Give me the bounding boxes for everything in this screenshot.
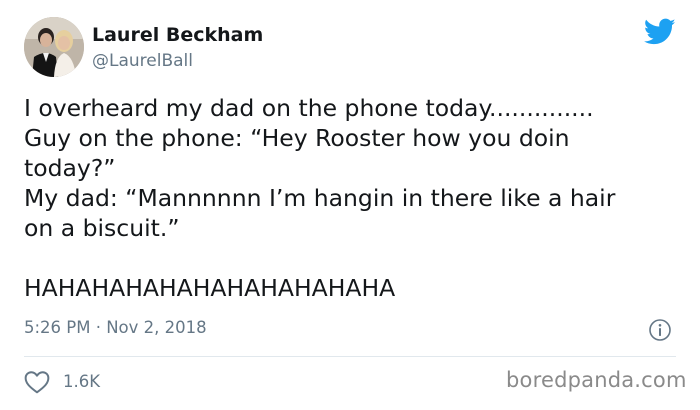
tweet-line: I overheard my dad on the phone today...… (24, 94, 594, 122)
tweet-line: Guy on the phone: “Hey Rooster how you d… (24, 124, 570, 152)
avatar[interactable] (24, 17, 84, 77)
tweet-timestamp[interactable]: 5:26 PM · Nov 2, 2018 (24, 318, 207, 337)
tweet-line: on a biscuit.” (24, 214, 180, 242)
user-handle[interactable]: @LaurelBall (92, 51, 193, 71)
tweet-line: today?” (24, 154, 116, 182)
divider (24, 356, 676, 357)
watermark: boredpanda.com (506, 368, 687, 392)
tweet-text: I overheard my dad on the phone today...… (24, 93, 684, 303)
like-count[interactable]: 1.6K (63, 372, 100, 391)
display-name[interactable]: Laurel Beckham (92, 24, 263, 46)
info-icon[interactable] (648, 318, 672, 342)
tweet-line: My dad: “Mannnnnn I’m hangin in there li… (24, 184, 616, 212)
heart-icon[interactable] (24, 370, 50, 394)
twitter-bird-icon[interactable] (644, 18, 676, 46)
tweet-line: HAHAHAHAHAHAHAHAHAHAHA (24, 274, 396, 302)
